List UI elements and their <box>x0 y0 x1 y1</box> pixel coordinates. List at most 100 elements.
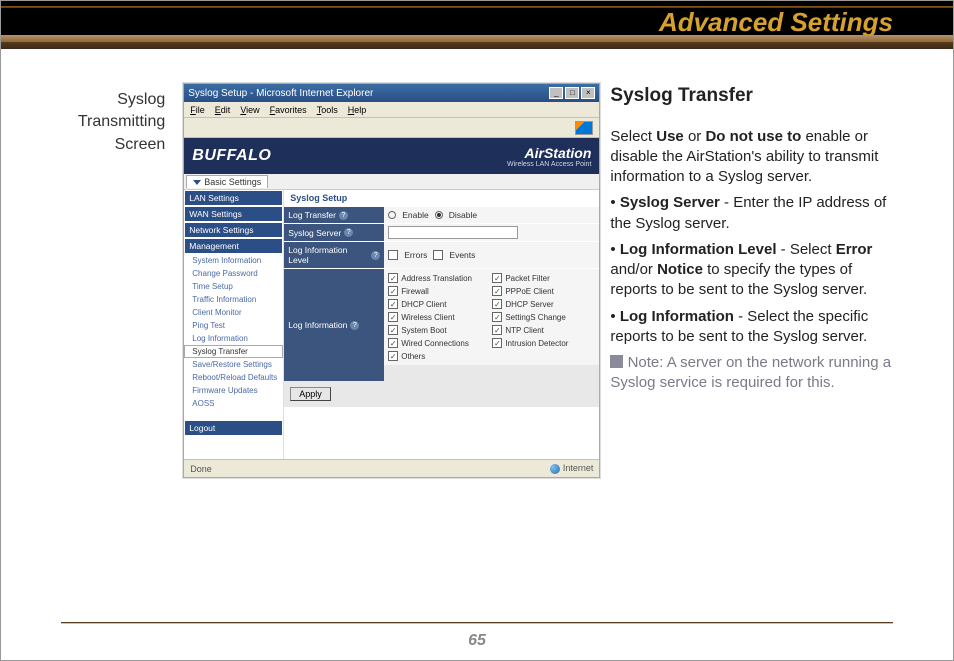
syslog-server-input[interactable] <box>388 226 518 239</box>
check-settings-change: ✓SettingS Change <box>492 311 595 323</box>
radio-enable[interactable] <box>388 211 396 219</box>
check-address-translation: ✓Address Translation <box>388 272 491 284</box>
ie-status-bar: Done Internet <box>184 459 599 477</box>
page-number: 65 <box>1 632 953 650</box>
checkbox[interactable]: ✓ <box>492 338 502 348</box>
sidebar-logout[interactable]: Logout <box>184 420 283 436</box>
apply-button[interactable]: Apply <box>290 387 331 401</box>
checkbox[interactable]: ✓ <box>388 273 398 283</box>
menu-file[interactable]: File <box>190 105 205 115</box>
sidebar-header-wan[interactable]: WAN Settings <box>184 206 283 222</box>
paragraph-intro: Select Use or Do not use to enable or di… <box>610 127 893 188</box>
sidebar-item-syslog[interactable]: Syslog Transfer <box>184 345 283 358</box>
menu-favorites[interactable]: Favorites <box>270 105 307 115</box>
description-column: Syslog Transfer Select Use or Do not use… <box>610 83 893 478</box>
sidebar-item-traffic[interactable]: Traffic Information <box>184 293 283 306</box>
caption-line: Syslog <box>61 89 165 111</box>
check-label: Address Translation <box>401 274 472 283</box>
checkbox[interactable]: ✓ <box>492 299 502 309</box>
window-title: Syslog Setup - Microsoft Internet Explor… <box>188 88 547 99</box>
menu-help[interactable]: Help <box>348 105 367 115</box>
close-button[interactable]: × <box>581 87 595 99</box>
check-intrusion: ✓Intrusion Detector <box>492 337 595 349</box>
checkbox[interactable]: ✓ <box>388 286 398 296</box>
globe-icon <box>550 464 560 474</box>
product-subtitle: Wireless LAN Access Point <box>507 161 591 168</box>
sidebar-item-loginfo[interactable]: Log Information <box>184 332 283 345</box>
menu-tools[interactable]: Tools <box>317 105 338 115</box>
check-packet-filter: ✓Packet Filter <box>492 272 595 284</box>
section-heading: Syslog Transfer <box>610 83 893 109</box>
sidebar-item-client[interactable]: Client Monitor <box>184 306 283 319</box>
checkbox[interactable]: ✓ <box>388 338 398 348</box>
check-label: Wired Connections <box>401 339 469 348</box>
brand-logo: BUFFALO <box>192 147 271 165</box>
status-zone-wrap: Internet <box>550 463 594 474</box>
label-text: Syslog Server <box>288 228 341 238</box>
checkbox[interactable]: ✓ <box>388 325 398 335</box>
checkbox-errors[interactable] <box>388 250 398 260</box>
basic-settings-tab[interactable]: Basic Settings <box>186 175 268 188</box>
figure-caption: Syslog Transmitting Screen <box>61 83 173 478</box>
browser-toolbar <box>184 118 599 138</box>
content-area: Syslog Transmitting Screen Syslog Setup … <box>1 49 953 478</box>
help-icon[interactable]: ? <box>350 321 359 330</box>
sidebar-item-sysinfo[interactable]: System Information <box>184 254 283 267</box>
triangle-icon <box>193 180 201 185</box>
check-label: DHCP Server <box>505 300 553 309</box>
caption-line: Transmitting <box>61 111 165 133</box>
check-label: Wireless Client <box>401 313 454 322</box>
sidebar-item-save[interactable]: Save/Restore Settings <box>184 358 283 371</box>
checkbox[interactable]: ✓ <box>492 312 502 322</box>
check-label: Intrusion Detector <box>505 339 568 348</box>
tabs-row: Basic Settings <box>184 174 599 190</box>
check-label: PPPoE Client <box>505 287 553 296</box>
checkbox[interactable]: ✓ <box>388 312 398 322</box>
checkbox[interactable]: ✓ <box>388 351 398 361</box>
help-icon[interactable]: ? <box>339 211 348 220</box>
value-syslog-server <box>384 224 599 241</box>
sidebar-item-firmware[interactable]: Firmware Updates <box>184 384 283 397</box>
radio-disable[interactable] <box>435 211 443 219</box>
sidebar-header-management[interactable]: Management <box>184 238 283 254</box>
sidebar-item-password[interactable]: Change Password <box>184 267 283 280</box>
caption-line: Screen <box>61 134 165 156</box>
menu-edit[interactable]: Edit <box>215 105 231 115</box>
main-panel: Syslog Setup Log Transfer ? Enable Disab… <box>284 190 599 459</box>
sidebar-item-aoss[interactable]: AOSS <box>184 397 283 410</box>
sidebar-header-lan[interactable]: LAN Settings <box>184 190 283 206</box>
check-label: Packet Filter <box>505 274 549 283</box>
help-icon[interactable]: ? <box>371 251 380 260</box>
app-body: LAN Settings WAN Settings Network Settin… <box>184 190 599 459</box>
checkbox[interactable]: ✓ <box>388 299 398 309</box>
help-icon[interactable]: ? <box>344 228 353 237</box>
sidebar-header-network[interactable]: Network Settings <box>184 222 283 238</box>
header-band: Advanced Settings <box>1 1 953 49</box>
radio-enable-label: Enable <box>402 210 428 220</box>
checkbox[interactable]: ✓ <box>492 325 502 335</box>
checkbox[interactable]: ✓ <box>492 286 502 296</box>
menu-view[interactable]: View <box>240 105 259 115</box>
text-bold: Log Information Level <box>620 241 781 258</box>
maximize-button[interactable]: □ <box>565 87 579 99</box>
check-firewall: ✓Firewall <box>388 285 491 297</box>
check-wired: ✓Wired Connections <box>388 337 491 349</box>
sidebar-item-reboot[interactable]: Reboot/Reload Defaults <box>184 371 283 384</box>
sidebar-item-ping[interactable]: Ping Test <box>184 319 283 332</box>
check-label: SettingS Change <box>505 313 566 322</box>
window-titlebar[interactable]: Syslog Setup - Microsoft Internet Explor… <box>184 84 599 102</box>
row-syslog-server: Syslog Server ? <box>284 223 599 241</box>
note-square-icon <box>610 355 623 368</box>
sidebar-item-time[interactable]: Time Setup <box>184 280 283 293</box>
text: Select <box>610 128 656 145</box>
text-bold: Syslog Server <box>620 194 720 211</box>
checkbox[interactable]: ✓ <box>492 273 502 283</box>
checkbox-events[interactable] <box>433 250 443 260</box>
minimize-button[interactable]: _ <box>549 87 563 99</box>
check-dhcp-client: ✓DHCP Client <box>388 298 491 310</box>
bullet-syslog-server: • Syslog Server - Enter the IP address o… <box>610 193 893 234</box>
panel-heading: Syslog Setup <box>284 190 599 206</box>
product-logo: AirStation Wireless LAN Access Point <box>507 145 591 168</box>
check-pppoe: ✓PPPoE Client <box>492 285 595 297</box>
value-log-level: Errors Events <box>384 242 599 268</box>
